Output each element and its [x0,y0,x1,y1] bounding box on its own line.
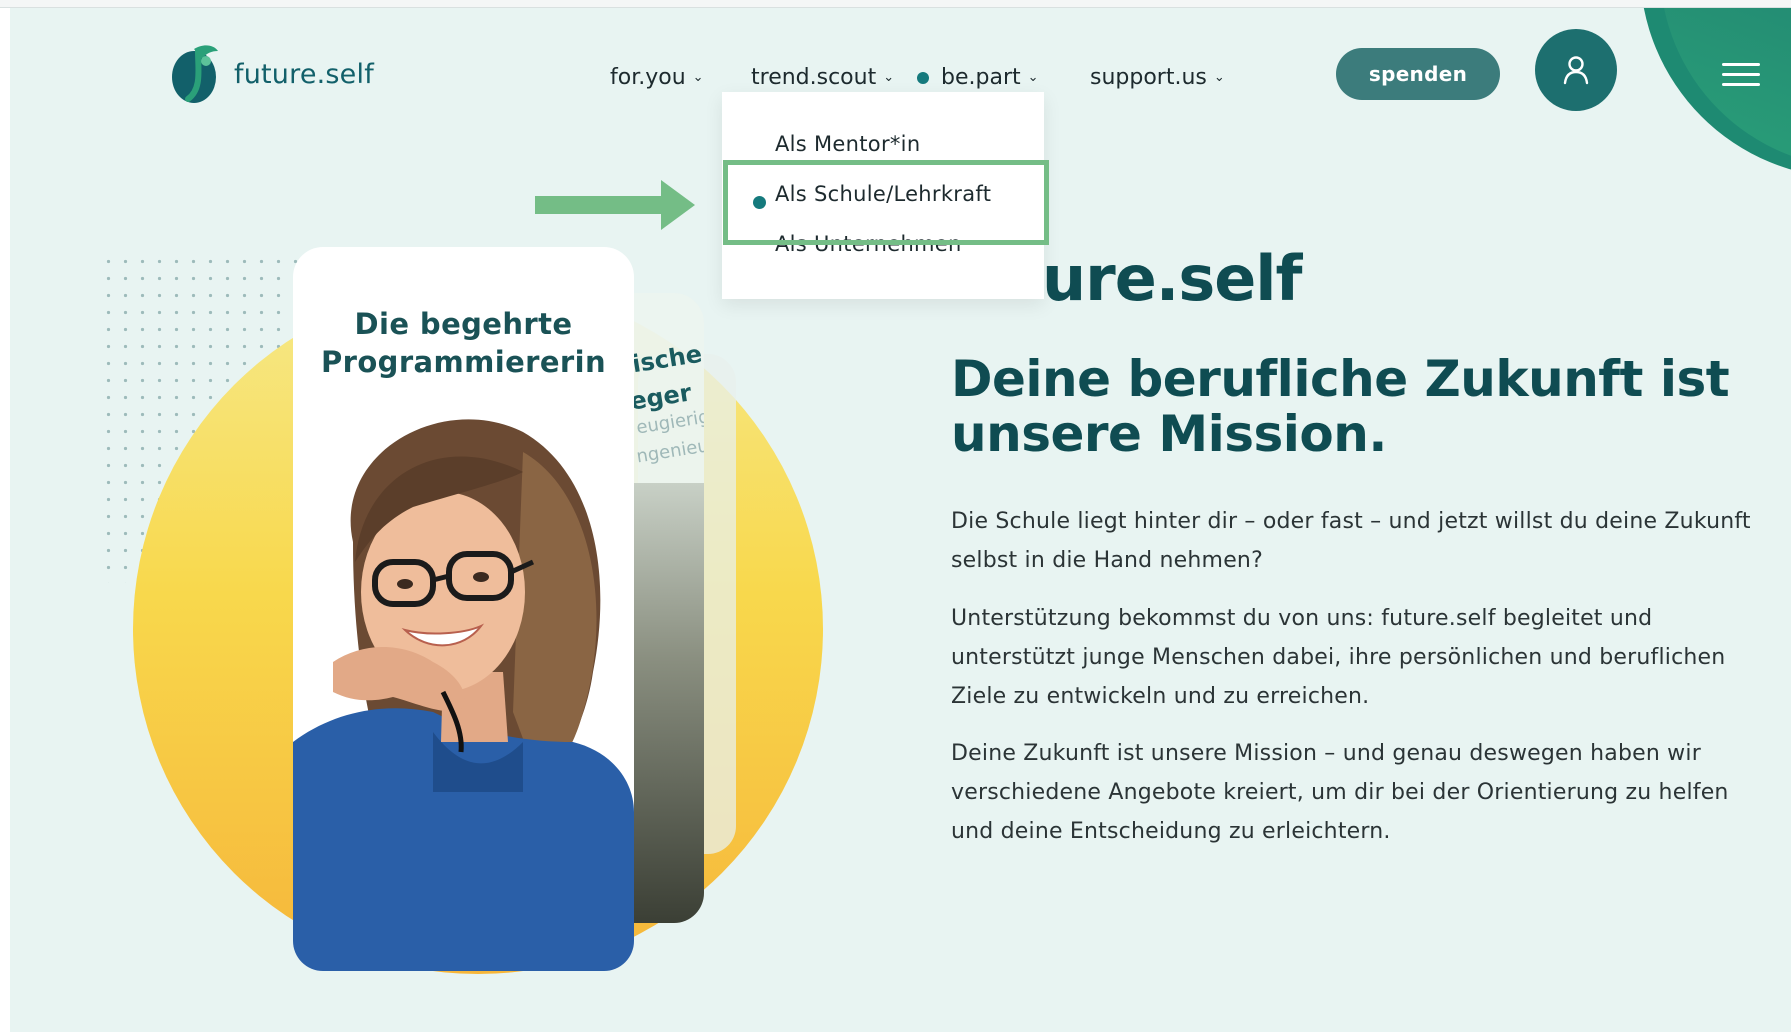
hero-title: ure.self [1042,242,1302,315]
nav-label: trend.scout [751,65,877,90]
brand-logo[interactable]: future.self [168,39,374,109]
hero-paragraph: Unterstützung bekommst du von uns: futur… [951,606,1726,709]
top-browser-line [0,0,1791,8]
account-button[interactable] [1535,29,1617,111]
logo-mark-icon [168,39,226,109]
donate-button[interactable]: spenden [1336,48,1500,100]
portrait-photo [293,419,634,971]
arrow-right-icon [535,180,695,230]
nav-label: be.part [941,65,1021,90]
nav-item-be-part[interactable]: be.part ⌄ [917,65,1039,90]
card-title-line: Die begehrte [354,307,573,341]
hero-paragraph: Deine Zukunft ist unsere Mission – und g… [951,741,1729,844]
card-title-line: Programmiererin [320,345,606,379]
chevron-down-icon: ⌄ [1027,70,1039,85]
chevron-down-icon: ⌄ [883,70,895,85]
card-title: Die begehrte Programmiererin [293,305,634,381]
dropdown-item-mentor[interactable]: Als Mentor*in [775,132,920,156]
nav-item-support-us[interactable]: support.us ⌄ [1090,65,1225,90]
highlight-box [723,160,1049,245]
back-card-photo [628,483,704,923]
user-icon [1563,56,1589,85]
brand-name: future.self [234,58,374,90]
page-viewport: future.self for.you ⌄ trend.scout ⌄ be.p… [10,8,1791,1032]
nav-label: for.you [610,65,686,90]
chevron-down-icon: ⌄ [692,70,704,85]
active-dot-icon [917,71,929,84]
nav-label: support.us [1090,65,1207,90]
back-card-text: ische [630,339,704,379]
profile-card[interactable]: Die begehrte Programmiererin [293,247,634,971]
hero-paragraph: Die Schule liegt hinter dir – oder fast … [951,509,1751,573]
hero-subtitle: Deine berufliche Zukunft ist unsere Miss… [951,350,1730,463]
hamburger-menu-icon[interactable] [1722,63,1760,89]
nav-item-for-you[interactable]: for.you ⌄ [610,65,704,90]
nav-item-trend-scout[interactable]: trend.scout ⌄ [751,65,894,90]
chevron-down-icon: ⌄ [1213,70,1225,85]
